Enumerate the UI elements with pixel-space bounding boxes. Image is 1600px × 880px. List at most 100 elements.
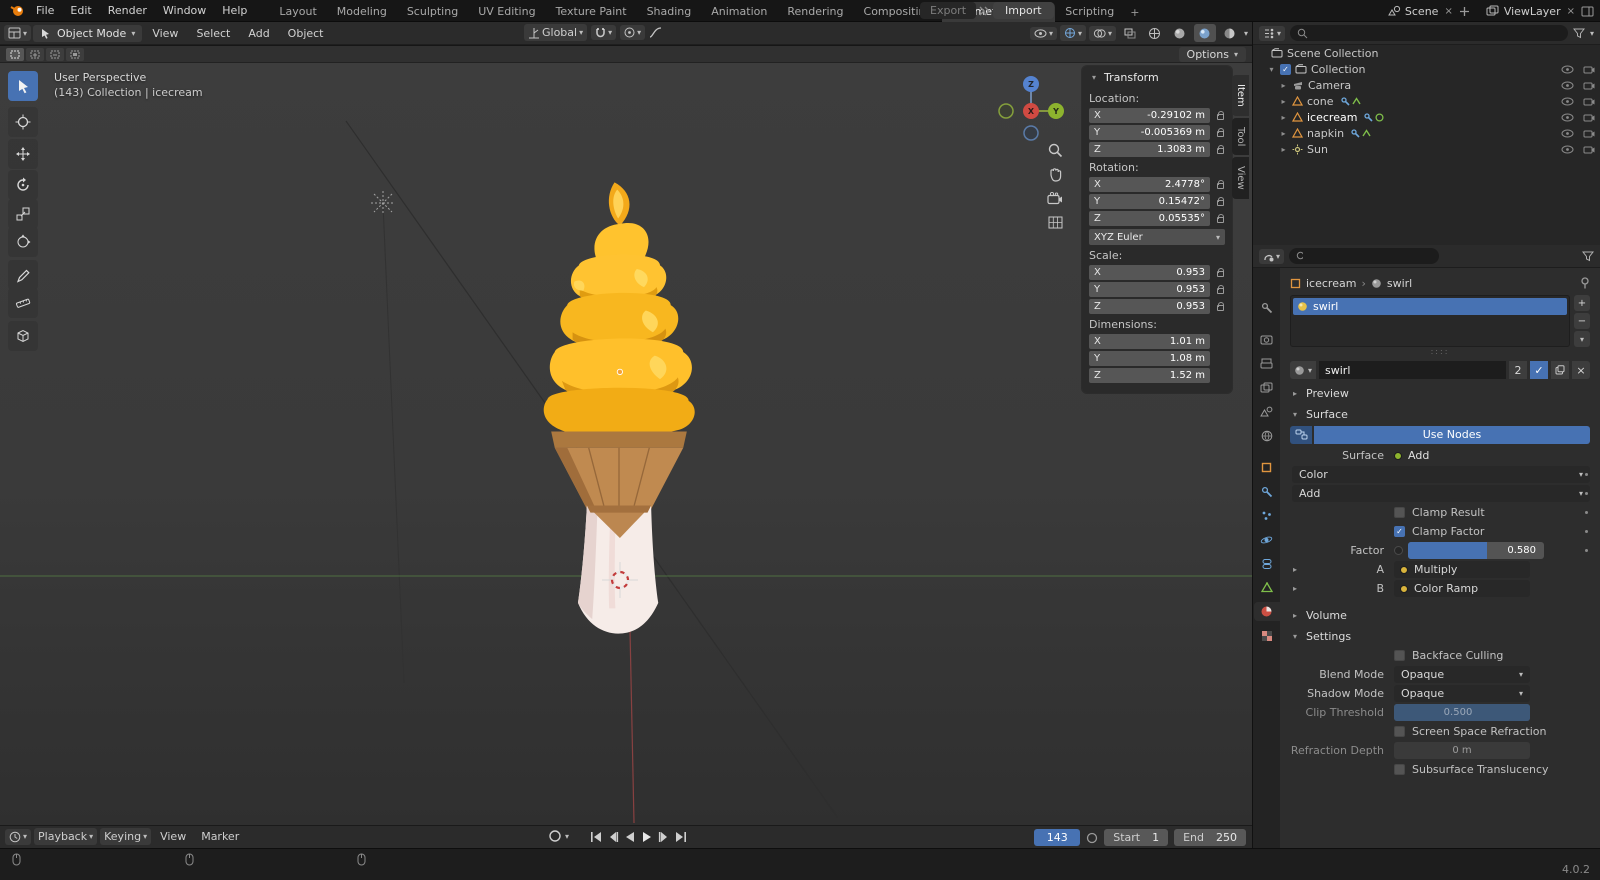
dimensions-z-field[interactable]: Z 1.52 m <box>1089 368 1210 383</box>
xray-toggle[interactable] <box>1119 24 1141 42</box>
menu-select[interactable]: Select <box>188 25 238 42</box>
properties-search-input[interactable] <box>1307 250 1433 262</box>
location-z-field[interactable]: Z 1.3083 m <box>1089 142 1210 157</box>
gizmos-toggle[interactable]: ▾ <box>1059 25 1086 41</box>
blend-mode-dropdown[interactable]: Opaque ▾ <box>1394 666 1530 683</box>
factor-slider[interactable]: 0.580 <box>1408 542 1544 559</box>
decorator-dot[interactable] <box>1585 511 1588 514</box>
render-camera-icon[interactable] <box>1583 145 1595 154</box>
workspace-add-button[interactable]: + <box>1124 3 1145 22</box>
add-slot-button[interactable]: + <box>1574 295 1590 311</box>
preview-panel-header[interactable]: ▸ Preview <box>1290 384 1590 403</box>
menu-window[interactable]: Window <box>155 2 214 19</box>
material-name-field[interactable]: swirl <box>1319 361 1506 379</box>
tab-view[interactable]: View <box>1232 157 1249 199</box>
shading-rendered-button[interactable] <box>1219 24 1241 42</box>
shadow-mode-dropdown[interactable]: Opaque ▾ <box>1394 685 1530 702</box>
add-cube-tool[interactable] <box>8 321 38 351</box>
menu-render[interactable]: Render <box>100 2 155 19</box>
refraction-depth-field[interactable]: 0 m <box>1394 742 1530 759</box>
outliner-search-input[interactable] <box>1312 27 1561 39</box>
decorator-dot[interactable] <box>1585 530 1588 533</box>
decorator-dot[interactable] <box>1585 492 1588 495</box>
slot-specials-button[interactable]: ▾ <box>1574 331 1590 347</box>
hide-eye-icon[interactable] <box>1561 81 1574 90</box>
outliner-item-cone[interactable]: ▸ cone <box>1253 93 1600 109</box>
properties-filter-icon[interactable] <box>1582 251 1594 262</box>
select-box-tool[interactable] <box>8 71 38 101</box>
menu-view[interactable]: View <box>144 25 186 42</box>
play-button[interactable] <box>639 829 655 845</box>
tab-view-layer[interactable] <box>1254 378 1280 397</box>
scale-x-field[interactable]: X 0.953 <box>1089 265 1210 280</box>
tab-item[interactable]: Item <box>1232 75 1249 116</box>
outliner-item-sun[interactable]: ▸ Sun <box>1253 141 1600 157</box>
scale-z-field[interactable]: Z 0.953 <box>1089 299 1210 314</box>
workspace-tab-layout[interactable]: Layout <box>269 2 326 22</box>
workspace-tab-texture-paint[interactable]: Texture Paint <box>546 2 637 22</box>
select-mode-subtract-icon[interactable] <box>46 47 64 61</box>
lock-icon[interactable] <box>1215 111 1225 120</box>
location-y-field[interactable]: Y -0.005369 m <box>1089 125 1210 140</box>
scale-tool[interactable] <box>8 199 38 229</box>
decorator-dot[interactable] <box>1585 549 1588 552</box>
select-mode-extend-icon[interactable] <box>26 47 44 61</box>
color-dropdown[interactable]: Color ▾ <box>1292 466 1590 483</box>
transform-tool[interactable] <box>8 227 38 257</box>
menu-object[interactable]: Object <box>280 25 332 42</box>
viewlayer-selector[interactable]: ViewLayer <box>1504 5 1561 18</box>
screen-space-refraction-checkbox[interactable] <box>1394 726 1405 737</box>
shading-solid-button[interactable] <box>1169 24 1191 42</box>
pin-icon[interactable] <box>1580 277 1590 289</box>
mode-dropdown[interactable]: Object Mode ▾ <box>33 24 143 42</box>
expand-icon[interactable]: ▸ <box>1290 565 1300 574</box>
hide-eye-icon[interactable] <box>1561 113 1574 122</box>
expand-icon[interactable]: ▾ <box>1267 65 1276 74</box>
rotation-y-field[interactable]: Y 0.15472° <box>1089 194 1210 209</box>
tab-object[interactable] <box>1254 458 1280 477</box>
move-tool[interactable] <box>8 139 38 169</box>
auto-key-toggle[interactable] <box>548 829 562 843</box>
playback-menu[interactable]: Playback ▾ <box>34 828 98 845</box>
scene-browse-icon[interactable] <box>1387 5 1401 17</box>
render-camera-icon[interactable] <box>1583 113 1595 122</box>
expand-icon[interactable]: ▸ <box>1279 97 1288 106</box>
auto-key-dropdown-icon[interactable]: ▾ <box>565 832 569 841</box>
render-camera-icon[interactable] <box>1583 129 1595 138</box>
lock-icon[interactable] <box>1215 268 1225 277</box>
hide-eye-icon[interactable] <box>1561 65 1574 74</box>
keying-menu[interactable]: Keying ▾ <box>100 828 152 845</box>
rotation-x-field[interactable]: X 2.4778° <box>1089 177 1210 192</box>
menu-file[interactable]: File <box>28 2 62 19</box>
lock-icon[interactable] <box>1215 128 1225 137</box>
properties-search[interactable] <box>1289 248 1440 264</box>
new-material-button[interactable] <box>1551 361 1569 379</box>
material-slot-list[interactable]: swirl <box>1290 295 1570 347</box>
menu-add[interactable]: Add <box>240 25 277 42</box>
tab-material[interactable] <box>1253 602 1280 621</box>
scene-selector[interactable]: Scene <box>1405 5 1439 18</box>
render-camera-icon[interactable] <box>1583 65 1595 74</box>
expand-icon[interactable]: ▸ <box>1290 584 1300 593</box>
clamp-factor-checkbox[interactable]: ✓ <box>1394 526 1405 537</box>
options-button[interactable]: Options ▾ <box>1178 47 1246 62</box>
use-nodes-button[interactable]: Use Nodes <box>1314 425 1590 444</box>
properties-editor-type-button[interactable]: ▾ <box>1259 248 1285 264</box>
rotation-z-field[interactable]: Z 0.05535° <box>1089 211 1210 226</box>
outliner-item-icecream[interactable]: ▸ icecream <box>1253 109 1600 125</box>
breadcrumb-object[interactable]: icecream <box>1306 277 1356 290</box>
measure-tool[interactable] <box>8 288 38 318</box>
lock-icon[interactable] <box>1215 180 1225 189</box>
lock-icon[interactable] <box>1215 214 1225 223</box>
grid-ortho-icon[interactable] <box>1044 211 1066 233</box>
input-a-field[interactable]: Multiply <box>1394 561 1530 578</box>
editor-type-button[interactable]: ▾ <box>4 25 32 41</box>
jump-to-start-button[interactable] <box>588 829 604 845</box>
viewport-3d[interactable]: User Perspective (143) Collection | icec… <box>0 63 1252 825</box>
workspace-tab-scripting[interactable]: Scripting <box>1055 2 1124 22</box>
tab-tool[interactable] <box>1254 298 1280 317</box>
location-x-field[interactable]: X -0.29102 m <box>1089 108 1210 123</box>
workspace-tab-rendering[interactable]: Rendering <box>777 2 853 22</box>
dimensions-y-field[interactable]: Y 1.08 m <box>1089 351 1210 366</box>
frame-start-field[interactable]: Start 1 <box>1104 829 1169 846</box>
